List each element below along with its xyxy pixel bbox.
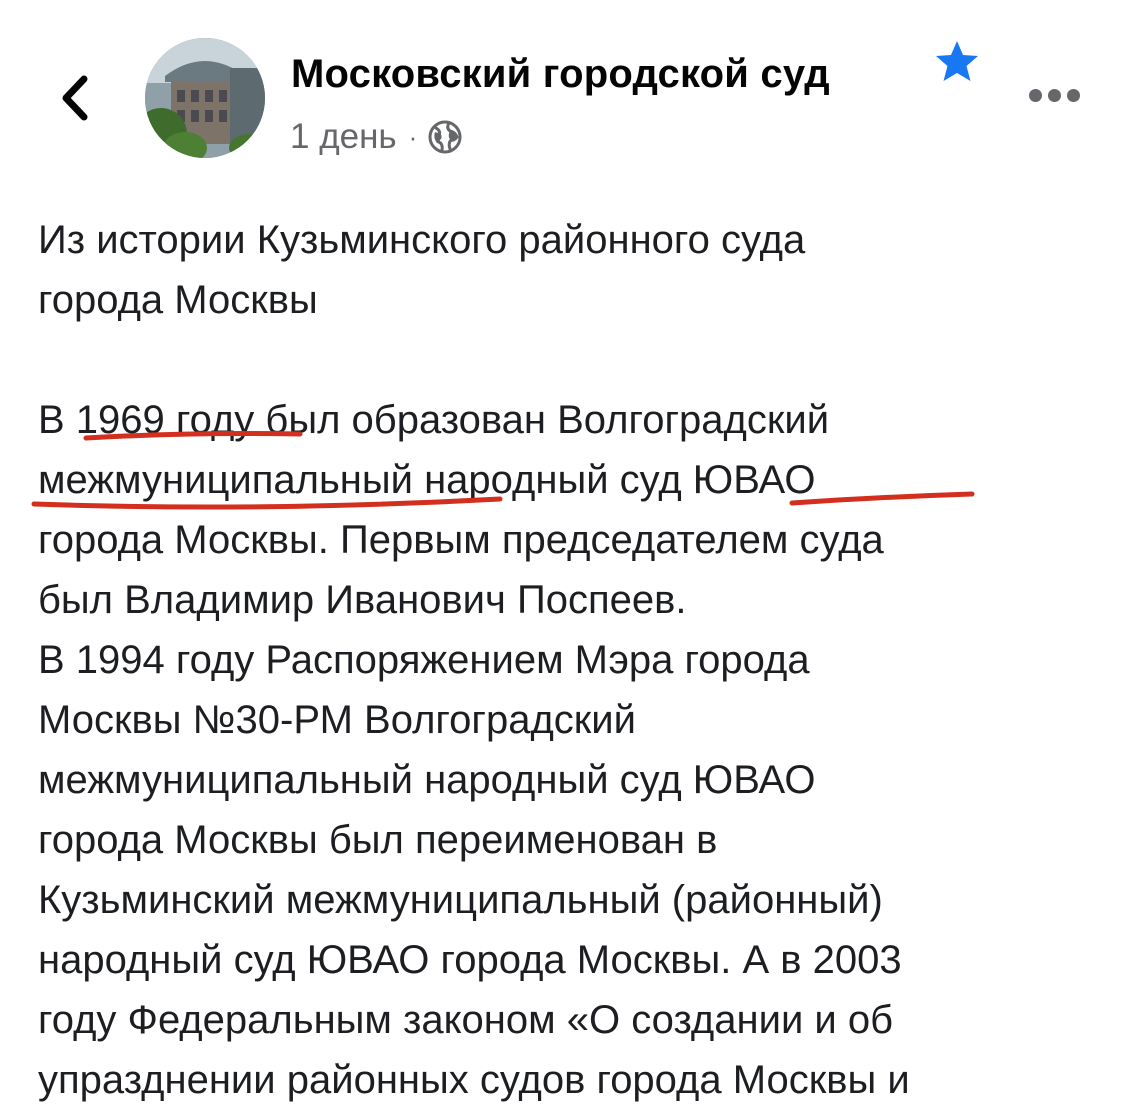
post-paragraph: В 1969 году был образован Волгоградский … (38, 390, 1098, 1110)
more-options-button[interactable] (1024, 80, 1084, 110)
post-time[interactable]: 1 день (290, 117, 397, 157)
text-line: города Москвы (38, 278, 318, 322)
text-line: межмуниципальный народный суд ЮВАО (38, 758, 816, 802)
text-line: межмуниципальный народный суд ЮВАО (38, 458, 816, 502)
more-horizontal-icon-dot (1028, 88, 1042, 102)
globe-icon[interactable] (427, 119, 463, 155)
more-horizontal-icon-dot (1047, 88, 1061, 102)
text-line: году Федеральным законом «О создании и о… (38, 998, 894, 1042)
text-line: Из истории Кузьминского районного суда (38, 218, 806, 262)
more-horizontal-icon-dot (1066, 88, 1080, 102)
text-line: города Москвы. Первым председателем суда (38, 518, 884, 562)
chevron-left-icon (62, 75, 88, 121)
text-line: упразднении районных судов города Москвы… (38, 1058, 910, 1102)
text-line: Москвы №30-РМ Волгоградский (38, 698, 636, 742)
star-icon (936, 41, 978, 81)
post-header: Московский городской суд 1 день · (0, 0, 1125, 180)
back-button[interactable] (44, 62, 104, 134)
avatar[interactable] (145, 38, 265, 158)
post-text: Из истории Кузьминского районного суда г… (38, 210, 1098, 1110)
text-line: народный суд ЮВАО города Москвы. А в 200… (38, 938, 902, 982)
text-line: был Владимир Иванович Поспеев. (38, 578, 687, 622)
meta-separator: · (408, 121, 418, 152)
page-name[interactable]: Московский городской суд (291, 52, 830, 97)
text-line: Кузьминский межмуниципальный (районный) (38, 878, 883, 922)
post-meta: 1 день · (290, 114, 463, 160)
post-title: Из истории Кузьминского районного суда г… (38, 210, 1098, 330)
text-line: В 1969 году был образован Волгоградский (38, 398, 830, 442)
court-building-image (145, 38, 265, 158)
text-line: города Москвы был переименован в (38, 818, 718, 862)
text-line: В 1994 году Распоряжением Мэра города (38, 638, 810, 682)
